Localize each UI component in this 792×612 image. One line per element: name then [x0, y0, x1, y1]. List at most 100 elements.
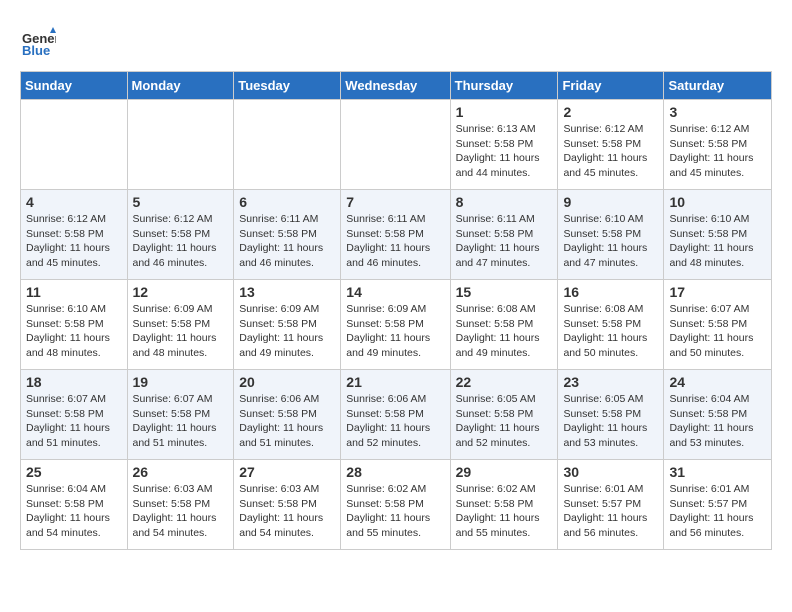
day-info: Sunrise: 6:05 AM Sunset: 5:58 PM Dayligh…	[563, 392, 658, 451]
day-number: 3	[669, 104, 766, 120]
svg-text:Blue: Blue	[22, 43, 50, 58]
day-cell: 10 Sunrise: 6:10 AM Sunset: 5:58 PM Dayli…	[664, 190, 772, 280]
logo-icon: General Blue	[20, 25, 56, 61]
day-cell: 16 Sunrise: 6:08 AM Sunset: 5:58 PM Dayli…	[558, 280, 664, 370]
day-number: 23	[563, 374, 658, 390]
day-info: Sunrise: 6:07 AM Sunset: 5:58 PM Dayligh…	[133, 392, 229, 451]
day-info: Sunrise: 6:12 AM Sunset: 5:58 PM Dayligh…	[133, 212, 229, 271]
day-cell: 3 Sunrise: 6:12 AM Sunset: 5:58 PM Daylig…	[664, 100, 772, 190]
day-cell: 4 Sunrise: 6:12 AM Sunset: 5:58 PM Daylig…	[21, 190, 128, 280]
day-cell: 11 Sunrise: 6:10 AM Sunset: 5:58 PM Dayli…	[21, 280, 128, 370]
day-cell: 30 Sunrise: 6:01 AM Sunset: 5:57 PM Dayli…	[558, 460, 664, 550]
day-info: Sunrise: 6:05 AM Sunset: 5:58 PM Dayligh…	[456, 392, 553, 451]
day-info: Sunrise: 6:09 AM Sunset: 5:58 PM Dayligh…	[346, 302, 444, 361]
day-number: 12	[133, 284, 229, 300]
day-number: 25	[26, 464, 122, 480]
weekday-header-tuesday: Tuesday	[234, 72, 341, 100]
day-cell: 1Sunrise: 6:13 AM Sunset: 5:58 PM Daylig…	[450, 100, 558, 190]
day-number: 16	[563, 284, 658, 300]
weekday-header-sunday: Sunday	[21, 72, 128, 100]
weekday-header-friday: Friday	[558, 72, 664, 100]
weekday-header-wednesday: Wednesday	[341, 72, 450, 100]
week-row-4: 18 Sunrise: 6:07 AM Sunset: 5:58 PM Dayli…	[21, 370, 772, 460]
day-cell: 28 Sunrise: 6:02 AM Sunset: 5:58 PM Dayli…	[341, 460, 450, 550]
day-cell	[21, 100, 128, 190]
day-info: Sunrise: 6:10 AM Sunset: 5:58 PM Dayligh…	[669, 212, 766, 271]
day-number: 19	[133, 374, 229, 390]
day-info: Sunrise: 6:09 AM Sunset: 5:58 PM Dayligh…	[239, 302, 335, 361]
day-cell: 26Sunrise: 6:03 AM Sunset: 5:58 PM Dayli…	[127, 460, 234, 550]
day-info: Sunrise: 6:12 AM Sunset: 5:58 PM Dayligh…	[669, 122, 766, 181]
day-number: 27	[239, 464, 335, 480]
day-number: 11	[26, 284, 122, 300]
page-header: General Blue	[20, 20, 772, 61]
week-row-3: 11 Sunrise: 6:10 AM Sunset: 5:58 PM Dayli…	[21, 280, 772, 370]
day-cell: 23 Sunrise: 6:05 AM Sunset: 5:58 PM Dayli…	[558, 370, 664, 460]
day-number: 18	[26, 374, 122, 390]
day-number: 17	[669, 284, 766, 300]
day-number: 31	[669, 464, 766, 480]
day-info: Sunrise: 6:06 AM Sunset: 5:58 PM Dayligh…	[239, 392, 335, 451]
day-number: 29	[456, 464, 553, 480]
day-cell: 13 Sunrise: 6:09 AM Sunset: 5:58 PM Dayli…	[234, 280, 341, 370]
day-number: 21	[346, 374, 444, 390]
day-number: 20	[239, 374, 335, 390]
day-info: Sunrise: 6:10 AM Sunset: 5:58 PM Dayligh…	[26, 302, 122, 361]
day-info: Sunrise: 6:07 AM Sunset: 5:58 PM Dayligh…	[26, 392, 122, 451]
week-row-1: 1Sunrise: 6:13 AM Sunset: 5:58 PM Daylig…	[21, 100, 772, 190]
day-cell: 12 Sunrise: 6:09 AM Sunset: 5:58 PM Dayli…	[127, 280, 234, 370]
day-cell: 27 Sunrise: 6:03 AM Sunset: 5:58 PM Dayli…	[234, 460, 341, 550]
weekday-header-monday: Monday	[127, 72, 234, 100]
day-info: Sunrise: 6:02 AM Sunset: 5:58 PM Dayligh…	[456, 482, 553, 541]
day-number: 14	[346, 284, 444, 300]
day-info: Sunrise: 6:11 AM Sunset: 5:58 PM Dayligh…	[456, 212, 553, 271]
day-number: 13	[239, 284, 335, 300]
day-number: 24	[669, 374, 766, 390]
day-cell: 2Sunrise: 6:12 AM Sunset: 5:58 PM Daylig…	[558, 100, 664, 190]
day-cell: 14 Sunrise: 6:09 AM Sunset: 5:58 PM Dayli…	[341, 280, 450, 370]
day-cell: 24 Sunrise: 6:04 AM Sunset: 5:58 PM Dayli…	[664, 370, 772, 460]
day-cell: 15 Sunrise: 6:08 AM Sunset: 5:58 PM Dayli…	[450, 280, 558, 370]
day-cell: 22 Sunrise: 6:05 AM Sunset: 5:58 PM Dayli…	[450, 370, 558, 460]
day-number: 28	[346, 464, 444, 480]
day-cell: 8 Sunrise: 6:11 AM Sunset: 5:58 PM Daylig…	[450, 190, 558, 280]
weekday-header-thursday: Thursday	[450, 72, 558, 100]
day-number: 4	[26, 194, 122, 210]
day-cell: 5 Sunrise: 6:12 AM Sunset: 5:58 PM Daylig…	[127, 190, 234, 280]
day-cell	[234, 100, 341, 190]
day-number: 30	[563, 464, 658, 480]
day-info: Sunrise: 6:11 AM Sunset: 5:58 PM Dayligh…	[239, 212, 335, 271]
day-info: Sunrise: 6:08 AM Sunset: 5:58 PM Dayligh…	[456, 302, 553, 361]
day-cell: 25Sunrise: 6:04 AM Sunset: 5:58 PM Dayli…	[21, 460, 128, 550]
day-number: 15	[456, 284, 553, 300]
day-info: Sunrise: 6:04 AM Sunset: 5:58 PM Dayligh…	[669, 392, 766, 451]
day-info: Sunrise: 6:06 AM Sunset: 5:58 PM Dayligh…	[346, 392, 444, 451]
day-cell: 18 Sunrise: 6:07 AM Sunset: 5:58 PM Dayli…	[21, 370, 128, 460]
weekday-header-saturday: Saturday	[664, 72, 772, 100]
day-number: 5	[133, 194, 229, 210]
day-cell: 7Sunrise: 6:11 AM Sunset: 5:58 PM Daylig…	[341, 190, 450, 280]
day-number: 10	[669, 194, 766, 210]
day-info: Sunrise: 6:01 AM Sunset: 5:57 PM Dayligh…	[669, 482, 766, 541]
day-cell: 31 Sunrise: 6:01 AM Sunset: 5:57 PM Dayli…	[664, 460, 772, 550]
day-info: Sunrise: 6:02 AM Sunset: 5:58 PM Dayligh…	[346, 482, 444, 541]
day-cell: 29 Sunrise: 6:02 AM Sunset: 5:58 PM Dayli…	[450, 460, 558, 550]
day-number: 6	[239, 194, 335, 210]
day-info: Sunrise: 6:03 AM Sunset: 5:58 PM Dayligh…	[239, 482, 335, 541]
day-number: 9	[563, 194, 658, 210]
day-cell	[127, 100, 234, 190]
day-cell: 19 Sunrise: 6:07 AM Sunset: 5:58 PM Dayli…	[127, 370, 234, 460]
day-number: 1	[456, 104, 553, 120]
day-info: Sunrise: 6:01 AM Sunset: 5:57 PM Dayligh…	[563, 482, 658, 541]
day-cell	[341, 100, 450, 190]
day-info: Sunrise: 6:08 AM Sunset: 5:58 PM Dayligh…	[563, 302, 658, 361]
day-number: 8	[456, 194, 553, 210]
day-number: 7	[346, 194, 444, 210]
day-cell: 20 Sunrise: 6:06 AM Sunset: 5:58 PM Dayli…	[234, 370, 341, 460]
day-cell: 9Sunrise: 6:10 AM Sunset: 5:58 PM Daylig…	[558, 190, 664, 280]
day-info: Sunrise: 6:03 AM Sunset: 5:58 PM Dayligh…	[133, 482, 229, 541]
day-info: Sunrise: 6:12 AM Sunset: 5:58 PM Dayligh…	[26, 212, 122, 271]
day-info: Sunrise: 6:09 AM Sunset: 5:58 PM Dayligh…	[133, 302, 229, 361]
calendar-table: SundayMondayTuesdayWednesdayThursdayFrid…	[20, 71, 772, 550]
day-number: 22	[456, 374, 553, 390]
